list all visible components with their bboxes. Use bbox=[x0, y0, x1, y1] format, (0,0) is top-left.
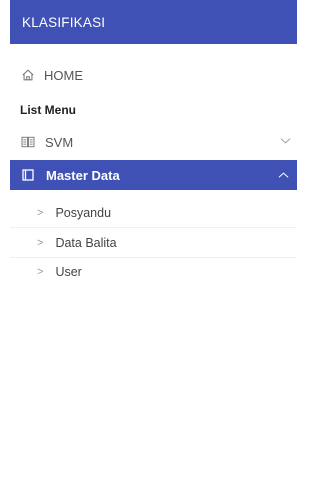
sub-item-user[interactable]: > User bbox=[10, 258, 297, 286]
sub-item-user-label: User bbox=[55, 265, 82, 279]
nav-item-master-data-label: Master Data bbox=[46, 167, 120, 183]
nav-item-master-data[interactable]: Master Data bbox=[10, 160, 297, 190]
chevron-up-icon[interactable] bbox=[278, 171, 289, 179]
nav-item-svm-label: SVM bbox=[45, 134, 74, 150]
sub-item-data-balita[interactable]: > Data Balita bbox=[10, 228, 297, 258]
sub-item-data-balita-label: Data Balita bbox=[55, 235, 117, 250]
chevron-down-icon[interactable] bbox=[280, 137, 291, 145]
brand-title[interactable]: KLASIFIKASI bbox=[10, 0, 297, 44]
nav-item-svm[interactable]: SVM bbox=[10, 130, 297, 154]
chevron-right-icon: > bbox=[37, 236, 44, 249]
section-label-list-menu: List Menu bbox=[20, 103, 76, 117]
sub-item-posyandu[interactable]: > Posyandu bbox=[10, 198, 297, 228]
sidebar: KLASIFIKASI HOME List Menu SVM Master Da… bbox=[0, 0, 297, 491]
chevron-right-icon: > bbox=[37, 206, 44, 219]
sub-item-posyandu-label: Posyandu bbox=[55, 205, 112, 220]
chevron-right-icon: > bbox=[37, 266, 44, 278]
folder-icon bbox=[22, 169, 34, 181]
home-icon bbox=[22, 69, 34, 81]
book-icon bbox=[21, 136, 35, 148]
nav-item-home[interactable]: HOME bbox=[10, 62, 297, 88]
nav-item-home-label: HOME bbox=[44, 67, 83, 83]
